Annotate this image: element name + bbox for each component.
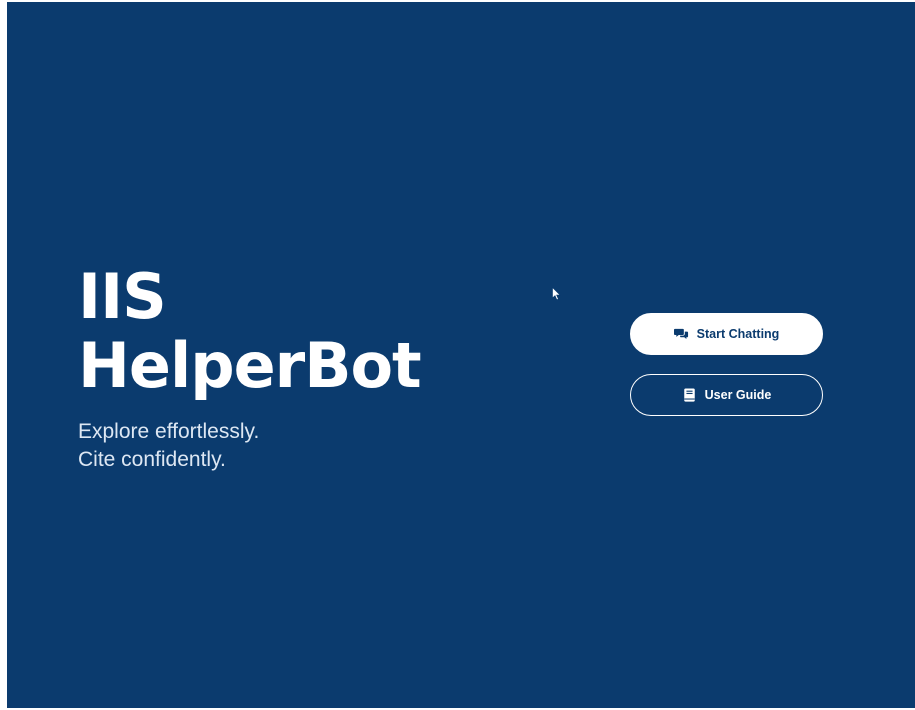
- tagline-line-1: Explore effortlessly.: [78, 420, 260, 443]
- tagline-line-2: Cite confidently.: [78, 448, 226, 471]
- chat-bubbles-icon: [673, 327, 689, 341]
- start-chatting-button[interactable]: Start Chatting: [630, 313, 823, 355]
- tagline: Explore effortlessly. Cite confidently.: [78, 418, 259, 474]
- title-line-2: HelperBot: [78, 329, 422, 402]
- title-line-1: IIS: [78, 260, 167, 333]
- page-title: IIS HelperBot: [78, 260, 422, 402]
- landing-screen: IIS HelperBot Explore effortlessly. Cite…: [7, 2, 915, 708]
- start-chatting-label: Start Chatting: [696, 327, 780, 341]
- user-guide-button[interactable]: User Guide: [630, 374, 823, 416]
- mouse-cursor-icon: [552, 287, 561, 301]
- user-guide-label: User Guide: [704, 388, 772, 402]
- book-icon: [682, 388, 697, 402]
